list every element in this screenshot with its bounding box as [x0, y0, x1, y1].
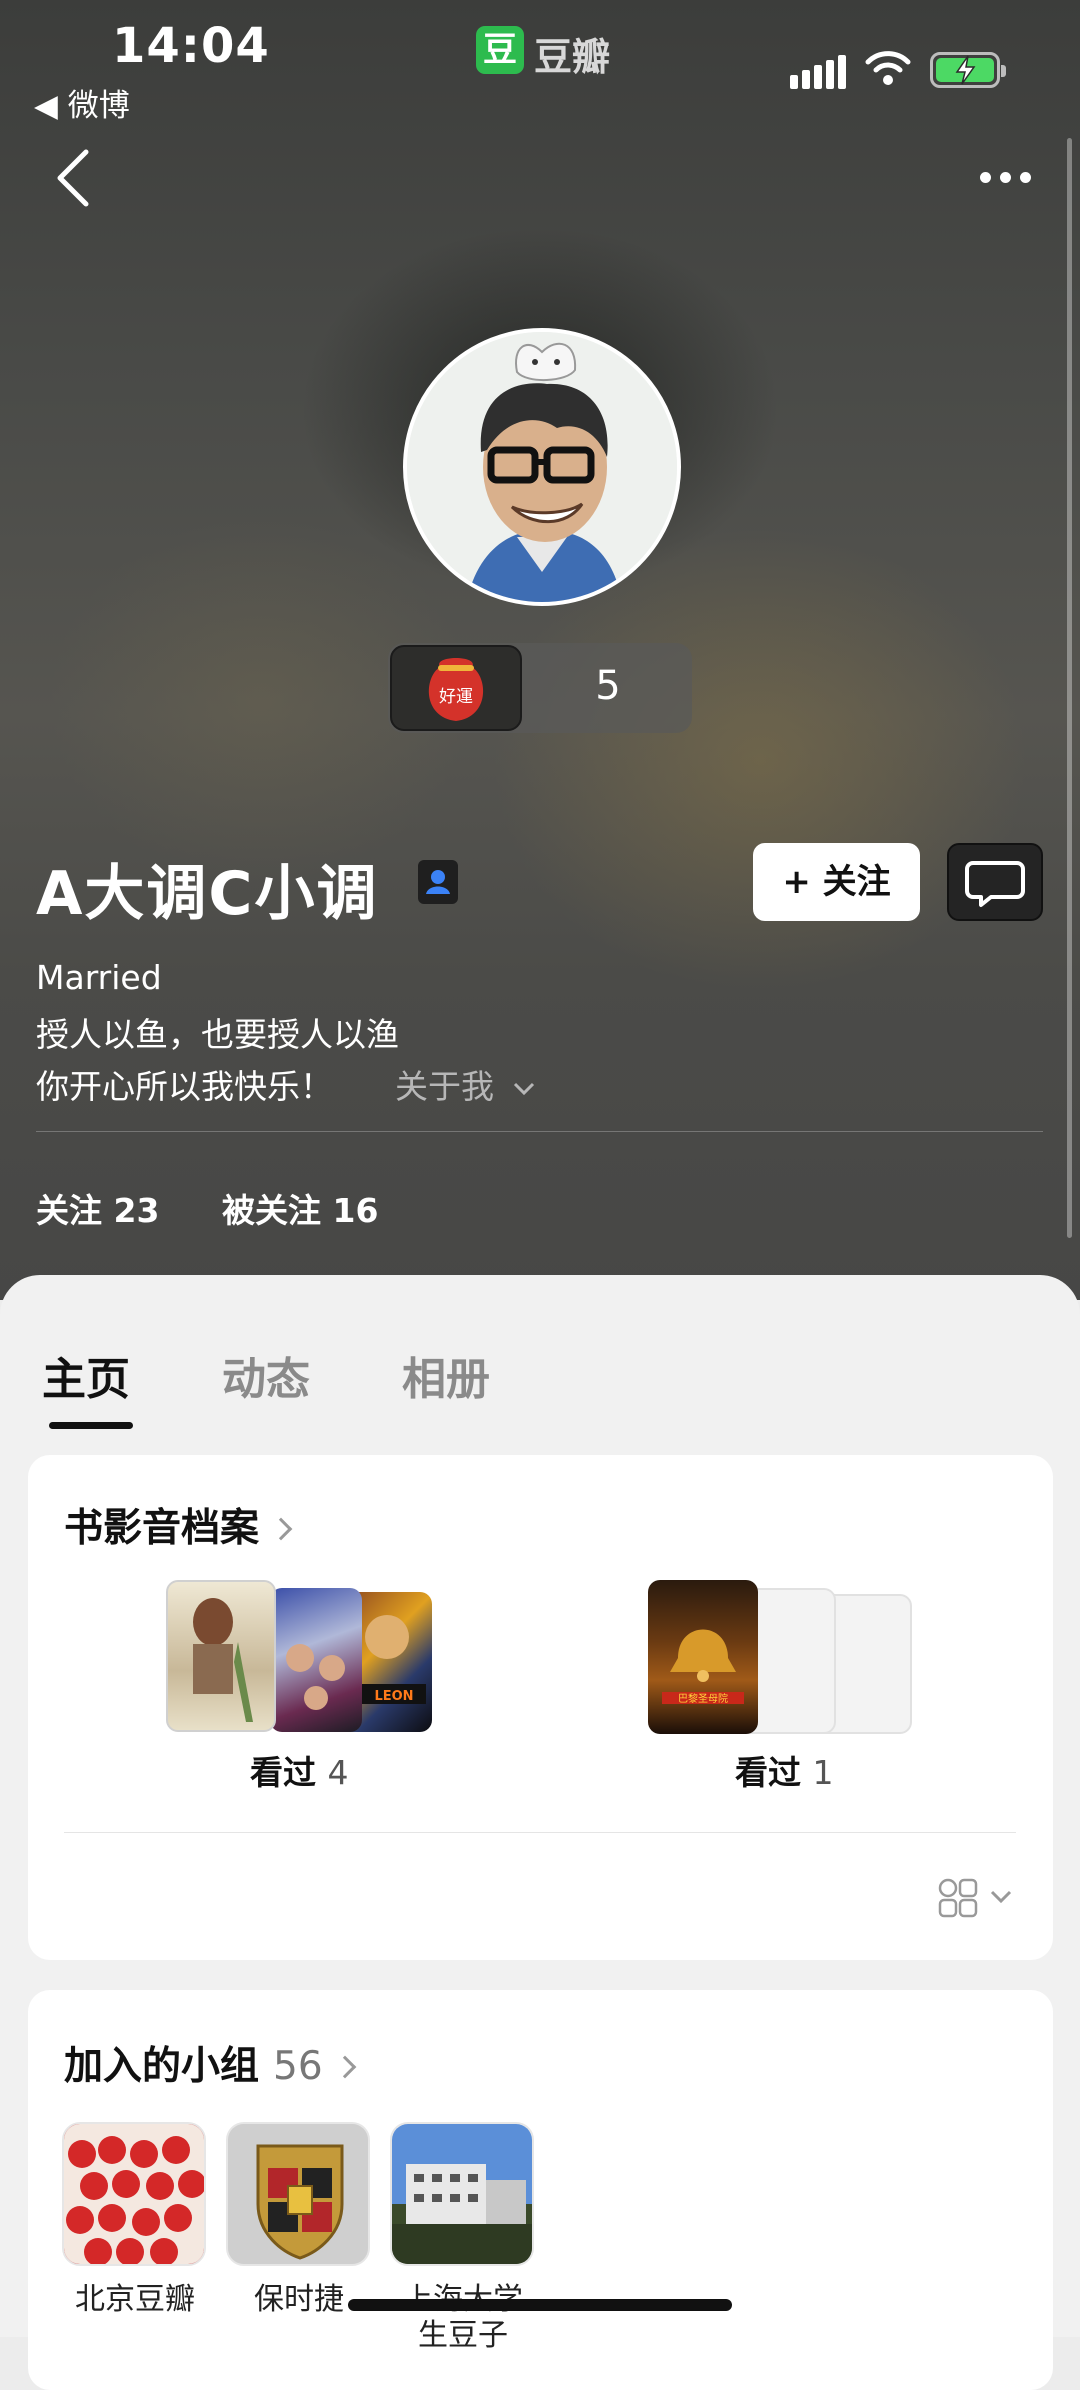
archive-title-label: 书影音档案: [64, 1506, 260, 1551]
watched-count-1[interactable]: 看过 4: [250, 1746, 349, 1794]
home-indicator: [348, 2299, 732, 2311]
groups-count: 56: [273, 2044, 323, 2089]
chevron-right-icon: [269, 1517, 293, 1541]
douban-logo-icon: 豆: [476, 26, 524, 74]
group-name[interactable]: 上海大学 生豆子: [378, 2282, 548, 2354]
luck-badge[interactable]: 好運 5: [388, 643, 692, 733]
following-count[interactable]: 关注 23: [36, 1184, 159, 1232]
active-tab-indicator: [49, 1422, 133, 1429]
avatar[interactable]: [403, 328, 681, 606]
watched-number: 4: [327, 1753, 349, 1792]
tab-activity[interactable]: 动态: [222, 1343, 310, 1407]
grid-layout-icon: [938, 1878, 1012, 1918]
chevron-down-icon: [513, 1082, 534, 1096]
movie-poster[interactable]: [166, 1580, 276, 1732]
groups-title[interactable]: 加入的小组 56: [64, 2035, 356, 2091]
luck-count: 5: [595, 663, 621, 709]
divider: [36, 1131, 1043, 1132]
bio-line-1: Married: [36, 958, 162, 997]
watched-count-2[interactable]: 看过 1: [735, 1746, 834, 1794]
chat-bubble-icon: [965, 861, 1025, 907]
luck-label: 好運: [439, 687, 473, 707]
svg-text:LEON: LEON: [374, 1689, 413, 1704]
group-thumbnail[interactable]: [62, 2122, 206, 2266]
archive-title[interactable]: 书影音档案: [64, 1497, 293, 1553]
layout-toggle[interactable]: [938, 1878, 1018, 1918]
app-name: 豆瓣: [534, 35, 611, 79]
back-to-weibo-link[interactable]: ◀ 微博: [34, 80, 130, 125]
more-dots-icon[interactable]: [980, 168, 1040, 187]
bio-line-2: 授人以鱼，也要授人以渔: [36, 1015, 399, 1054]
groups-title-label: 加入的小组: [64, 2044, 260, 2089]
about-me-toggle[interactable]: 关于我: [395, 1060, 537, 1108]
battery-charging-icon: [930, 52, 1006, 88]
movie-poster[interactable]: 巴黎圣母院: [648, 1580, 758, 1734]
status-bar: 14:04 ◀ 微博 豆 豆瓣: [0, 0, 1080, 130]
divider: [64, 1832, 1016, 1833]
verified-user-icon[interactable]: [418, 860, 458, 904]
watched-label: 看过: [735, 1753, 801, 1792]
bio-line-3: 你开心所以我快乐！: [36, 1067, 333, 1106]
profile-name: A大调C小调: [36, 859, 379, 929]
movie-poster[interactable]: [270, 1588, 362, 1732]
followers-count[interactable]: 被关注 16: [222, 1184, 378, 1232]
signal-icon: [790, 55, 846, 89]
group-thumbnail[interactable]: [390, 2122, 534, 2266]
lucky-bag-icon: 好運: [390, 645, 522, 731]
about-me-label: 关于我: [395, 1067, 494, 1106]
group-name[interactable]: 北京豆瓣: [50, 2282, 220, 2318]
tab-album[interactable]: 相册: [402, 1343, 490, 1407]
group-thumbnail[interactable]: [226, 2122, 370, 2266]
watched-label: 看过: [250, 1753, 316, 1792]
chevron-right-icon: [333, 2055, 356, 2079]
wifi-icon: [865, 51, 911, 85]
follow-button[interactable]: + 关注: [753, 843, 920, 921]
scroll-indicator: [1067, 138, 1072, 1238]
message-button[interactable]: [947, 843, 1043, 921]
watched-number: 1: [812, 1753, 834, 1792]
tab-home[interactable]: 主页: [42, 1343, 130, 1407]
svg-text:巴黎圣母院: 巴黎圣母院: [678, 1692, 728, 1705]
status-time: 14:04: [112, 18, 270, 74]
back-icon[interactable]: [52, 148, 92, 208]
